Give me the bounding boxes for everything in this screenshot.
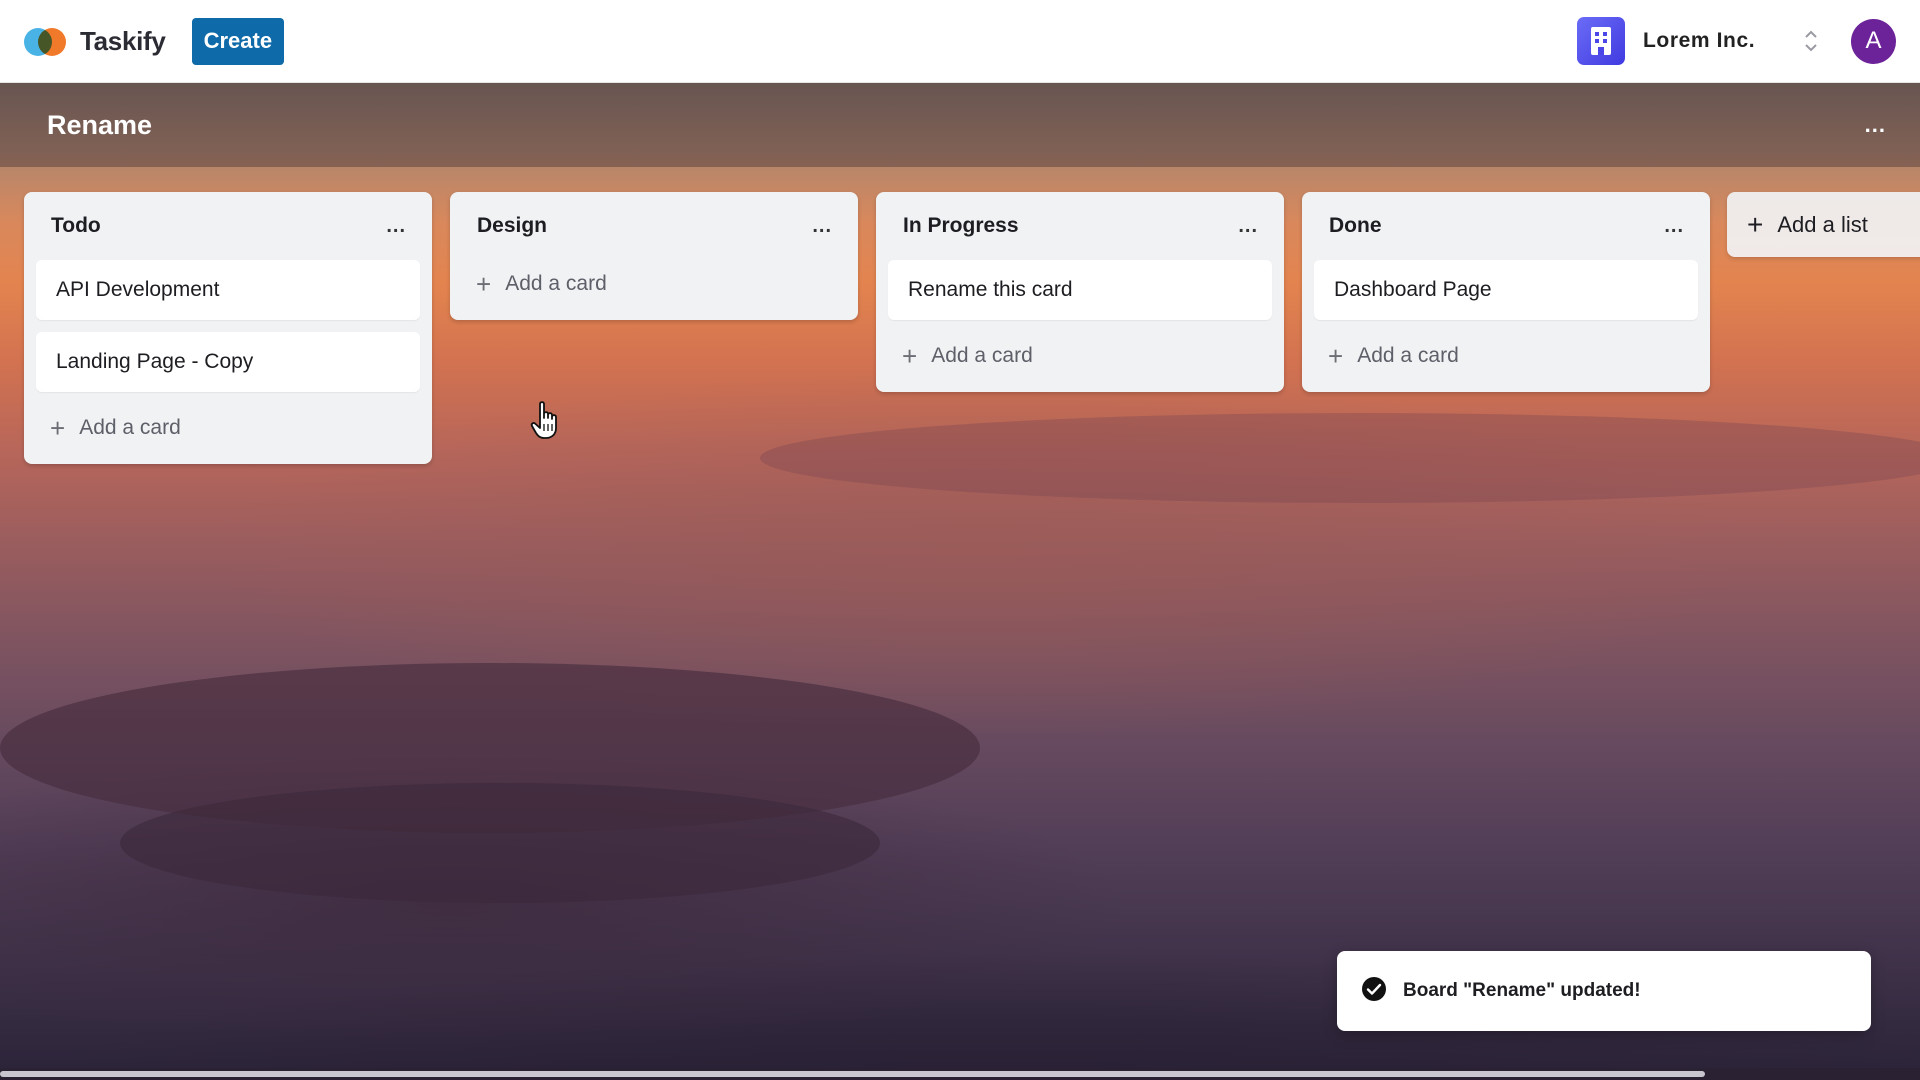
toast-message: Board "Rename" updated! (1403, 980, 1641, 1001)
top-navbar: Taskify Create Lorem Inc. A (0, 0, 1920, 83)
add-card-label: Add a card (505, 272, 607, 295)
board-header: Rename ... (0, 83, 1920, 167)
add-card-label: Add a card (1357, 344, 1459, 367)
list-title[interactable]: Design (477, 214, 547, 238)
org-name: Lorem Inc. (1643, 29, 1756, 52)
list-design: Design ... + Add a card (450, 192, 858, 320)
board-title[interactable]: Rename (47, 110, 152, 141)
hand-pointer-cursor-icon (530, 400, 564, 442)
list-header: Done ... (1314, 192, 1698, 260)
card[interactable]: Rename this card (888, 260, 1272, 320)
app-logo[interactable]: Taskify (24, 26, 166, 57)
board-options-button[interactable]: ... (1865, 112, 1886, 138)
plus-icon: + (902, 341, 918, 371)
add-card-label: Add a card (931, 344, 1033, 367)
list-todo: Todo ... API Development Landing Page - … (24, 192, 432, 464)
plus-icon: + (1747, 208, 1764, 240)
list-header: Todo ... (36, 192, 420, 260)
chevron-up-down-icon (1801, 26, 1821, 56)
list-options-button[interactable]: ... (386, 215, 406, 238)
card[interactable]: Landing Page - Copy (36, 332, 420, 392)
list-options-button[interactable]: ... (1664, 215, 1684, 238)
list-title[interactable]: Todo (51, 214, 101, 238)
list-options-button[interactable]: ... (812, 215, 832, 238)
plus-icon: + (476, 269, 492, 299)
add-card-button[interactable]: + Add a card (36, 404, 420, 452)
list-title[interactable]: In Progress (903, 214, 1019, 238)
check-circle-icon (1361, 976, 1387, 1007)
add-card-button[interactable]: + Add a card (888, 332, 1272, 380)
toast-notification: Board "Rename" updated! (1337, 951, 1871, 1031)
list-in-progress: In Progress ... Rename this card + Add a… (876, 192, 1284, 392)
horizontal-scrollbar[interactable] (0, 1068, 1920, 1080)
create-button[interactable]: Create (191, 17, 285, 65)
add-list-label: Add a list (1777, 211, 1868, 237)
add-card-label: Add a card (79, 416, 181, 439)
app-name: Taskify (80, 25, 166, 56)
list-options-button[interactable]: ... (1238, 215, 1258, 238)
add-card-button[interactable]: + Add a card (1314, 332, 1698, 380)
card[interactable]: API Development (36, 260, 420, 320)
add-list-button[interactable]: + Add a list (1727, 192, 1920, 257)
plus-icon: + (50, 413, 66, 443)
list-title[interactable]: Done (1329, 214, 1382, 238)
taskify-logo-icon (24, 26, 68, 56)
building-icon (1577, 17, 1625, 65)
org-switcher[interactable]: Lorem Inc. (1577, 17, 1821, 65)
plus-icon: + (1328, 341, 1344, 371)
scrollbar-thumb[interactable] (0, 1071, 1705, 1077)
list-header: Design ... (462, 192, 846, 260)
user-avatar[interactable]: A (1851, 18, 1896, 64)
list-done: Done ... Dashboard Page + Add a card (1302, 192, 1710, 392)
list-header: In Progress ... (888, 192, 1272, 260)
card[interactable]: Dashboard Page (1314, 260, 1698, 320)
add-card-button[interactable]: + Add a card (462, 260, 846, 308)
